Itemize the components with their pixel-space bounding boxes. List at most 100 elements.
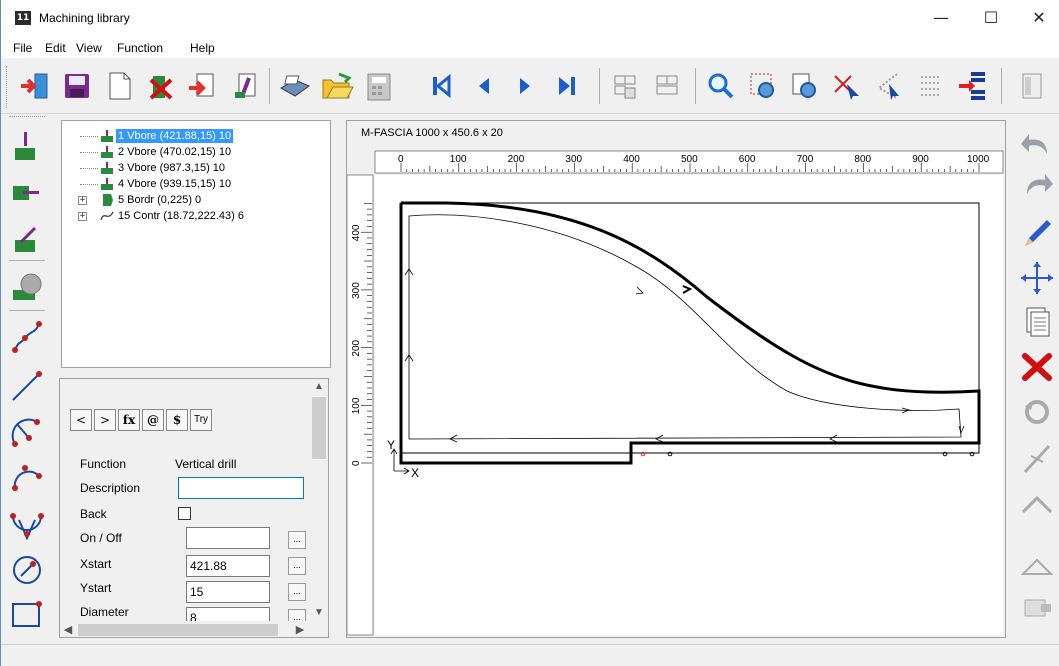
properties-vertical-scrollbar[interactable]: ▲ ▼ xyxy=(310,379,328,621)
export-icon[interactable] xyxy=(183,68,223,104)
delete-program-icon[interactable] xyxy=(141,68,181,104)
save-icon[interactable] xyxy=(57,68,97,104)
rotate-icon[interactable] xyxy=(1017,392,1057,432)
drawing-canvas[interactable]: 0 100 200 300 400 500 600 700 800 900 1000 4003002… xyxy=(347,121,1005,637)
ystart-browse-button[interactable]: ... xyxy=(288,583,306,601)
delete-icon[interactable] xyxy=(1017,346,1057,386)
tree-item[interactable]: + 5 Bordr (0,225) 0 xyxy=(78,193,318,207)
at-button[interactable]: @ xyxy=(142,409,164,431)
arc-center-icon[interactable] xyxy=(7,412,47,452)
scroll-thumb[interactable] xyxy=(78,624,278,636)
undo-icon[interactable] xyxy=(1017,124,1057,164)
vertical-bore-icon xyxy=(101,146,113,158)
last-icon[interactable] xyxy=(547,68,587,104)
expand-icon[interactable]: + xyxy=(78,196,87,205)
properties-horizontal-scrollbar[interactable]: ◀ ▶ xyxy=(60,621,310,637)
zoom-icon[interactable] xyxy=(701,68,741,104)
window-title: Machining library xyxy=(39,11,130,25)
tree-item[interactable]: 1 Vbore (421.88,15) 10 xyxy=(78,129,318,143)
next-icon[interactable] xyxy=(505,68,545,104)
menu-edit[interactable]: Edit xyxy=(45,41,66,55)
prev-item-button[interactable]: < xyxy=(70,409,92,431)
ystart-field[interactable] xyxy=(186,581,270,603)
zoom-window-icon[interactable] xyxy=(743,68,783,104)
rectangle-icon[interactable] xyxy=(7,594,47,634)
toolbar-separator xyxy=(9,260,45,261)
maximize-button[interactable]: ☐ xyxy=(979,8,1003,30)
horizontal-drill-icon[interactable] xyxy=(7,172,47,212)
tree-item[interactable]: 2 Vbore (470.02,15) 10 xyxy=(78,145,318,159)
arc-three-point-icon[interactable] xyxy=(7,458,47,498)
import-icon[interactable] xyxy=(15,68,55,104)
saw-blade-icon[interactable] xyxy=(7,266,47,306)
formula-button[interactable]: fx xyxy=(118,409,140,431)
circle-icon[interactable] xyxy=(7,550,47,590)
multi-select-2-icon[interactable] xyxy=(647,68,687,104)
menu-view[interactable]: View xyxy=(76,41,102,55)
scroll-up-icon[interactable]: ▲ xyxy=(310,379,328,395)
move-icon[interactable] xyxy=(1017,258,1057,298)
toolbar-separator xyxy=(695,68,696,104)
description-field[interactable] xyxy=(178,477,304,499)
new-icon[interactable] xyxy=(99,68,139,104)
x-ruler-label: 200 xyxy=(508,154,525,165)
panel-icon[interactable] xyxy=(1011,68,1051,104)
calculator-icon[interactable] xyxy=(359,68,399,104)
menu-file[interactable]: File xyxy=(13,41,32,55)
chamfer-icon[interactable] xyxy=(1017,484,1057,524)
open-folder-icon[interactable] xyxy=(317,68,357,104)
onoff-field[interactable] xyxy=(186,527,270,549)
print-icon[interactable] xyxy=(275,68,315,104)
y-ruler-label: 300 xyxy=(351,282,362,299)
x-ruler-label: 700 xyxy=(797,154,814,165)
zoom-pages-icon[interactable] xyxy=(785,68,825,104)
back-checkbox[interactable] xyxy=(178,507,191,520)
pencil-icon[interactable] xyxy=(1017,214,1057,254)
drawing-area[interactable]: M-FASCIA 1000 x 450.6 x 20 0 100 200 300 400… xyxy=(346,120,1006,638)
tree-item-label: 4 Vbore (939.15,15) 10 xyxy=(118,178,232,190)
tree-item[interactable]: 3 Vbore (987.3,15) 10 xyxy=(78,161,318,175)
polyline-icon[interactable] xyxy=(7,316,47,356)
tool-setup-icon[interactable] xyxy=(225,68,265,104)
arc-tangent-icon[interactable] xyxy=(7,504,47,544)
grid-icon[interactable] xyxy=(911,68,951,104)
onoff-browse-button[interactable]: ... xyxy=(288,531,306,549)
line-icon[interactable] xyxy=(7,366,47,406)
xstart-field[interactable] xyxy=(186,555,270,577)
redo-icon[interactable] xyxy=(1017,164,1057,204)
function-value: Vertical drill xyxy=(175,457,237,471)
next-item-button[interactable]: > xyxy=(94,409,116,431)
menu-function[interactable]: Function xyxy=(117,41,163,55)
fillet-icon[interactable] xyxy=(1017,544,1057,584)
first-icon[interactable] xyxy=(421,68,461,104)
scroll-left-icon[interactable]: ◀ xyxy=(60,621,76,637)
menu-help[interactable]: Help xyxy=(190,41,215,55)
inclined-drill-icon[interactable] xyxy=(7,218,47,258)
xstart-browse-button[interactable]: ... xyxy=(288,557,306,575)
expand-icon[interactable]: + xyxy=(78,212,87,221)
multi-select-icon[interactable] xyxy=(605,68,645,104)
copy-list-icon[interactable] xyxy=(1017,302,1057,342)
toolbar-grip[interactable] xyxy=(6,66,9,108)
operation-tree[interactable]: 1 Vbore (421.88,15) 10 2 Vbore (470.02,1… xyxy=(61,120,331,368)
close-button[interactable]: ✕ xyxy=(1027,8,1051,30)
try-button[interactable]: Try xyxy=(190,409,212,431)
dollar-button[interactable]: $ xyxy=(166,409,188,431)
list-insert-icon[interactable] xyxy=(953,68,993,104)
select-arrow-2-icon[interactable] xyxy=(869,68,909,104)
select-arrow-icon[interactable] xyxy=(827,68,867,104)
scroll-down-icon[interactable]: ▼ xyxy=(310,605,328,621)
x-ruler-label: 900 xyxy=(912,154,929,165)
scroll-right-icon[interactable]: ▶ xyxy=(292,621,308,637)
previous-icon[interactable] xyxy=(463,68,503,104)
vertical-drill-icon[interactable] xyxy=(7,126,47,166)
scroll-thumb[interactable] xyxy=(312,397,326,459)
tree-item[interactable]: + 15 Contr (18.72,222.43) 6 xyxy=(78,209,318,223)
trim-icon[interactable] xyxy=(1017,438,1057,478)
ystart-label: Ystart xyxy=(80,581,112,595)
tree-item[interactable]: 4 Vbore (939.15,15) 10 xyxy=(78,177,318,191)
minimize-button[interactable]: — xyxy=(929,8,953,30)
insert-tool-icon[interactable] xyxy=(1017,588,1057,628)
tree-connector xyxy=(80,168,98,169)
toolbar-grip[interactable] xyxy=(9,116,45,117)
